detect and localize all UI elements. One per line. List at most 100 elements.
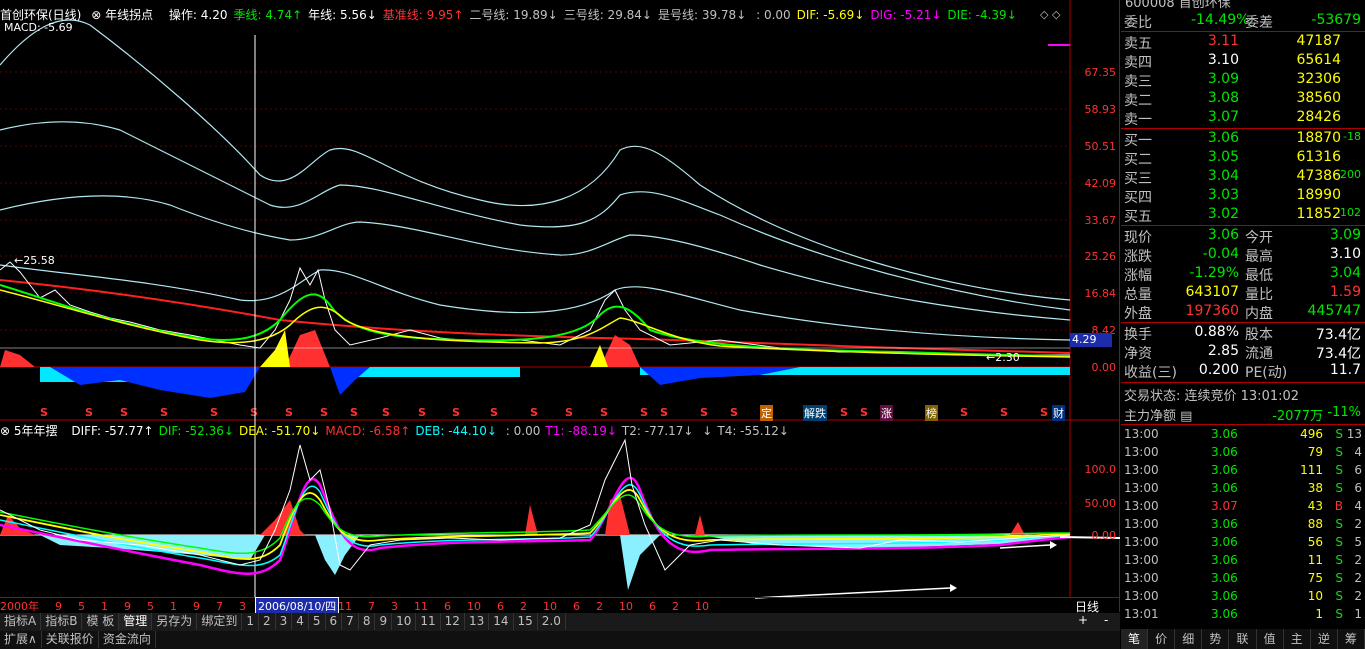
stat-label: 换手: [1124, 327, 1152, 343]
toolbar-button[interactable]: 另存为: [152, 613, 198, 630]
date-tick: 7: [216, 600, 223, 613]
detail-tab[interactable]: 笔: [1121, 629, 1149, 649]
tick-price: 3.06: [1211, 427, 1238, 441]
sub-legend-item: T4: -55.12↓: [717, 424, 789, 438]
main-flow-row[interactable]: 主力净额 ▤ -2077万 -11%: [1121, 405, 1365, 424]
toolbar-button[interactable]: 15: [514, 613, 538, 630]
toolbar-button[interactable]: 3: [276, 613, 293, 630]
toolbar-button[interactable]: 扩展∧: [0, 631, 42, 648]
date-tick: 11: [338, 600, 352, 613]
zoom-in-button[interactable]: +: [1078, 613, 1088, 627]
tick-direction: S: [1335, 463, 1343, 477]
toolbar-button[interactable]: 10: [392, 613, 417, 630]
date-tick: 6: [573, 600, 580, 613]
indicator-name[interactable]: ⊗ 年线拐点: [91, 8, 159, 22]
tick-time: 13:00: [1124, 535, 1159, 549]
signal-s-marker: S: [285, 406, 293, 419]
detail-tab[interactable]: 值: [1257, 629, 1284, 649]
date-tick: 10: [695, 600, 709, 613]
tick-count: 1: [1354, 607, 1362, 621]
signal-jiedie: 解跌: [803, 405, 827, 421]
tick-count: 2: [1354, 517, 1362, 531]
tick-price: 3.06: [1211, 517, 1238, 531]
toolbar-button[interactable]: 6: [326, 613, 343, 630]
toolbar-button[interactable]: 12: [441, 613, 465, 630]
toolbar-button[interactable]: 5: [309, 613, 326, 630]
tick-direction: S: [1335, 589, 1343, 603]
detail-tab[interactable]: 联: [1229, 629, 1257, 649]
sub-indicator-name[interactable]: ⊗ 5年年摆: [0, 424, 63, 438]
buy-volume: 61316: [1296, 149, 1341, 165]
buy-change: -18: [1343, 130, 1361, 143]
signal-s-marker: S: [160, 406, 168, 419]
signal-s-marker: S: [640, 406, 648, 419]
stat-value: 0.200: [1198, 362, 1239, 378]
tick-price: 3.06: [1211, 535, 1238, 549]
stock-name[interactable]: 首创环保(日线): [0, 8, 81, 22]
toolbar-button[interactable]: 模 板: [82, 613, 120, 630]
tick-time: 13:00: [1124, 517, 1159, 531]
detail-tab[interactable]: 价: [1148, 629, 1176, 649]
chart-area[interactable]: SSSSSSSSSSSSSSSSSSSSSSSSS 首创环保(日线) ⊗ 年线拐…: [0, 0, 1120, 615]
main-legend-item: 基准线: 9.95↑: [382, 8, 464, 22]
toolbar-button[interactable]: 13: [465, 613, 490, 630]
tick-time: 13:00: [1124, 427, 1159, 441]
signal-s-marker: S: [660, 406, 668, 419]
toolbar-button[interactable]: 资金流向: [99, 631, 156, 648]
axis-label: 0.00: [1091, 361, 1117, 374]
toolbar-button[interactable]: 关联报价: [42, 631, 99, 648]
toolbar-button[interactable]: 11: [416, 613, 441, 630]
toolbar-button[interactable]: 9: [375, 613, 393, 630]
tick-direction: S: [1335, 571, 1343, 585]
toolbar-button[interactable]: 管理: [119, 613, 153, 630]
buy-row: 买二 3.05 61316: [1121, 149, 1365, 168]
tick-price: 3.07: [1211, 499, 1238, 513]
toolbar-button[interactable]: 指标A: [0, 613, 42, 630]
toolbar-button[interactable]: 指标B: [41, 613, 83, 630]
stat-value: 3.06: [1207, 227, 1239, 243]
stat-label: 内盘: [1245, 306, 1273, 322]
toolbar-button[interactable]: 14: [489, 613, 514, 630]
toolbar-button[interactable]: 7: [342, 613, 359, 630]
tick-direction: S: [1335, 553, 1343, 567]
tick-direction: S: [1335, 427, 1343, 441]
main-legend-item: DIE: -4.39↓: [947, 8, 1017, 22]
toolbar-button[interactable]: 绑定到: [197, 613, 243, 630]
detail-tab[interactable]: 势: [1202, 629, 1230, 649]
zoom-out-button[interactable]: -: [1104, 613, 1108, 627]
detail-tab[interactable]: 细: [1175, 629, 1203, 649]
axis-label: 58.93: [1084, 103, 1117, 116]
detail-tab[interactable]: 逆: [1311, 629, 1338, 649]
kline-chart[interactable]: SSSSSSSSSSSSSSSSSSSSSSSSS: [0, 0, 1120, 612]
tick-count: 6: [1354, 481, 1362, 495]
quote-panel: 600008 首创环保 委比 -14.49% 委差 -53679 卖五 3.11 4…: [1121, 0, 1365, 649]
zoom-controls[interactable]: ◇ ◇: [1040, 8, 1060, 21]
toolbar-button[interactable]: 1: [242, 613, 259, 630]
sub-legend-item: ↓: [698, 424, 713, 438]
signal-s-marker: S: [120, 406, 128, 419]
signal-s-marker: S: [860, 406, 868, 419]
detail-tab[interactable]: 主: [1284, 629, 1311, 649]
tick-price: 3.06: [1211, 571, 1238, 585]
detail-tab[interactable]: 筹: [1338, 629, 1365, 649]
signal-s-marker: S: [210, 406, 218, 419]
stat-row: 总量 643107 量比 1.59: [1121, 284, 1365, 303]
sell-price: 3.09: [1207, 71, 1239, 87]
date-tick: 10: [543, 600, 557, 613]
toolbar-button[interactable]: 8: [359, 613, 376, 630]
stat-label: 收益(三): [1124, 365, 1177, 381]
stat-row: 净资 2.85 流通 73.4亿: [1121, 343, 1365, 362]
tick-volume: 75: [1307, 571, 1323, 585]
sell-price: 3.11: [1207, 33, 1239, 49]
toolbar-button[interactable]: 4: [292, 613, 309, 630]
sell-label: 卖二: [1124, 93, 1152, 109]
sell-volume: 47187: [1296, 33, 1341, 49]
stat-row: 换手 0.88% 股本 73.4亿: [1121, 324, 1365, 343]
stat-label: 涨跌: [1124, 249, 1152, 265]
toolbar-button[interactable]: 2: [259, 613, 276, 630]
stat-label: 净资: [1124, 346, 1152, 362]
signal-s-marker: S: [565, 406, 573, 419]
toolbar-button[interactable]: 2.0: [538, 613, 566, 630]
signal-s-marker: S: [730, 406, 738, 419]
signal-s-marker: S: [452, 406, 460, 419]
